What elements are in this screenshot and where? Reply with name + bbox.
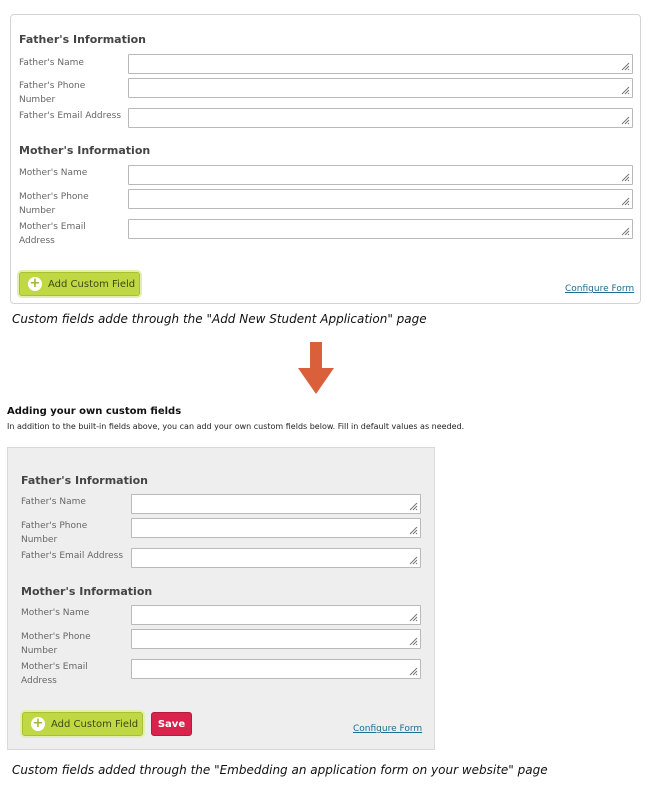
father-email-label: Father's Email Address [21,551,124,561]
configure-form-link[interactable]: Configure Form [565,284,634,294]
mother-name-label: Mother's Name [21,608,90,618]
resize-grip-icon[interactable] [621,116,630,125]
father-phone-label: Father's Phone Number [19,79,85,107]
mother-section-title: Mother's Information [21,585,153,598]
mother-email-label: Mother's Email Address [19,220,86,248]
mother-phone-field[interactable] [128,189,633,209]
mother-phone-label-line1: Mother's Phone [21,632,91,642]
mother-email-label-line2: Address [21,676,57,686]
father-name-label: Father's Name [19,58,84,68]
plus-icon: + [31,716,45,731]
father-phone-label-line2: Number [19,95,56,105]
resize-grip-icon[interactable] [621,173,630,182]
add-custom-field-button[interactable]: + Add Custom Field [19,272,140,296]
father-phone-field[interactable] [128,78,633,98]
resize-grip-icon[interactable] [621,197,630,206]
mother-phone-field[interactable] [131,629,421,649]
resize-grip-icon[interactable] [409,526,418,535]
father-section-title: Father's Information [21,474,149,487]
mother-email-label: Mother's Email Address [21,660,88,688]
father-phone-field[interactable] [131,518,421,538]
caption-bottom: Custom fields added through the "Embeddi… [12,763,548,777]
mother-phone-label-line2: Number [21,646,58,656]
add-custom-field-label: Add Custom Field [51,718,139,730]
embed-section-intro: In addition to the built-in fields above… [7,422,465,431]
mother-email-field[interactable] [131,659,421,679]
resize-grip-icon[interactable] [409,613,418,622]
resize-grip-icon[interactable] [621,62,630,71]
save-button[interactable]: Save [151,712,192,736]
mother-section-title: Mother's Information [19,144,151,157]
mother-email-label-line1: Mother's Email [19,222,86,232]
mother-name-label: Mother's Name [19,168,88,178]
resize-grip-icon[interactable] [409,637,418,646]
mother-email-label-line2: Address [19,236,55,246]
resize-grip-icon[interactable] [621,227,630,236]
father-phone-label-line2: Number [21,535,58,545]
mother-phone-label-line2: Number [19,206,56,216]
resize-grip-icon[interactable] [621,86,630,95]
add-custom-field-button[interactable]: + Add Custom Field [22,712,143,736]
add-custom-field-label: Add Custom Field [48,278,136,290]
caption-top: Custom fields adde through the "Add New … [12,312,427,326]
configure-form-link[interactable]: Configure Form [353,724,422,734]
mother-phone-label-line1: Mother's Phone [19,192,89,202]
father-name-field[interactable] [131,494,421,514]
mother-name-field[interactable] [131,605,421,625]
resize-grip-icon[interactable] [409,667,418,676]
arrow-down-icon [298,342,334,394]
father-name-label: Father's Name [21,497,86,507]
form-panel-embedded: Father's Information Father's Name Fathe… [7,447,435,750]
mother-phone-label: Mother's Phone Number [21,630,91,658]
father-phone-label-line1: Father's Phone [19,81,86,91]
father-phone-label: Father's Phone Number [21,519,87,547]
father-name-field[interactable] [128,54,633,74]
mother-phone-label: Mother's Phone Number [19,190,89,218]
resize-grip-icon[interactable] [409,502,418,511]
father-email-label: Father's Email Address [19,111,122,121]
embed-section-heading: Adding your own custom fields [7,406,182,417]
father-phone-label-line1: Father's Phone [21,521,88,531]
mother-email-label-line1: Mother's Email [21,662,88,672]
form-panel-top: Father's Information Father's Name Fathe… [10,14,641,304]
father-email-field[interactable] [131,548,421,568]
father-email-field[interactable] [128,108,633,128]
mother-email-field[interactable] [128,219,633,239]
mother-name-field[interactable] [128,165,633,185]
plus-icon: + [28,276,42,291]
resize-grip-icon[interactable] [409,556,418,565]
father-section-title: Father's Information [19,33,147,46]
